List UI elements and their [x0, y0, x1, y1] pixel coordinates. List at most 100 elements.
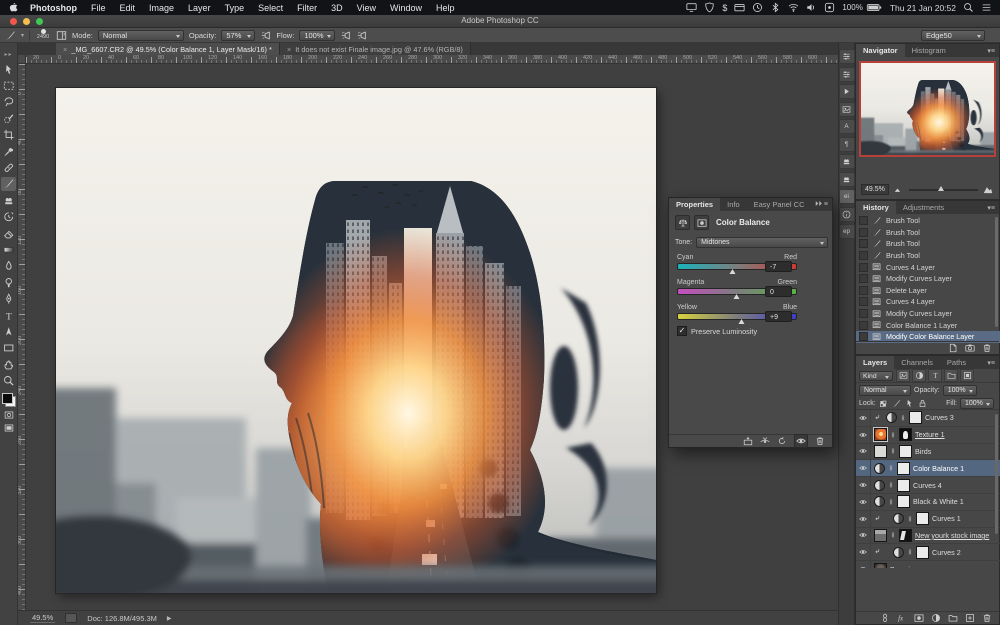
history-row[interactable]: Curves 4 Layer: [856, 261, 1000, 273]
folder-icon[interactable]: [948, 613, 958, 623]
panel-menu-icon[interactable]: ▾≡: [987, 201, 999, 214]
clock-icon[interactable]: [752, 2, 763, 13]
panel-menu-icon[interactable]: ⏵⏵ ≡: [815, 198, 832, 211]
layer-row-birds[interactable]: Birds: [856, 444, 1000, 461]
mask-icon[interactable]: [914, 613, 924, 623]
slider-track[interactable]: 0: [677, 288, 797, 298]
keyboard-icon[interactable]: [824, 2, 835, 13]
slider-thumb[interactable]: [729, 269, 735, 274]
layer-row-color-balance-1[interactable]: Color Balance 1: [856, 460, 1000, 477]
dock-panel-button-7[interactable]: [839, 154, 855, 169]
new-doc-from-state-icon[interactable]: [948, 343, 958, 353]
document-tab-2[interactable]: ×It does not exist Finale image.jpg @ 47…: [280, 43, 471, 55]
history-snapshot-well[interactable]: [859, 228, 868, 237]
navigator-zoom-slider[interactable]: [909, 189, 978, 191]
layer-row-base-image[interactable]: Base image: [856, 561, 1000, 568]
layer-mask-thumbnail[interactable]: [916, 546, 929, 559]
menu-item-window[interactable]: Window: [383, 3, 429, 13]
toolbar-collapse-chevron[interactable]: ▸▸: [4, 51, 12, 58]
zoom-in-mountain-icon[interactable]: [982, 185, 994, 195]
type-filter-icon[interactable]: T: [928, 369, 942, 382]
tab-history[interactable]: History: [856, 201, 896, 214]
menu-item-filter[interactable]: Filter: [290, 3, 324, 13]
adjustment-icon[interactable]: [893, 547, 904, 558]
flow-select[interactable]: 100%: [299, 30, 335, 41]
eye-icon[interactable]: [794, 434, 808, 448]
visibility-eye-icon[interactable]: [856, 511, 871, 527]
history-brush-tool[interactable]: [1, 210, 16, 224]
history-row[interactable]: Curves 4 Layer: [856, 296, 1000, 308]
history-snapshot-well[interactable]: [859, 286, 868, 295]
slider-thumb[interactable]: [739, 319, 745, 324]
trash-icon[interactable]: [982, 343, 992, 353]
tone-select[interactable]: Midtones: [696, 237, 828, 248]
color-swatches[interactable]: [2, 393, 16, 407]
lasso-tool[interactable]: [1, 95, 16, 109]
layer-mask-thumbnail[interactable]: [899, 445, 912, 458]
link-mask-icon[interactable]: [890, 446, 896, 456]
menu-item-3d[interactable]: 3D: [324, 3, 350, 13]
history-row[interactable]: Modify Curves Layer: [856, 308, 1000, 320]
layer-row-black-white-1[interactable]: Black & White 1: [856, 494, 1000, 511]
lock-all-icon[interactable]: [918, 399, 927, 408]
healing-tool[interactable]: [1, 161, 16, 175]
trash-icon[interactable]: [982, 613, 992, 623]
dock-panel-button-4[interactable]: [839, 102, 855, 117]
clip-to-layer-icon[interactable]: [743, 436, 753, 446]
shape-tool[interactable]: [1, 341, 16, 355]
layer-row-curves-2[interactable]: Curves 2: [856, 544, 1000, 561]
layer-mask-thumbnail[interactable]: [897, 479, 910, 492]
brush-preset-caret[interactable]: ▾: [21, 32, 24, 39]
layer-thumbnail[interactable]: [874, 563, 887, 568]
pixel-filter-icon[interactable]: [896, 369, 910, 382]
visibility-eye-icon[interactable]: [856, 427, 871, 443]
tab-easy-panel-cc[interactable]: Easy Panel CC: [747, 198, 812, 211]
link-mask-icon[interactable]: [888, 480, 894, 490]
zoom-window-button[interactable]: [36, 18, 43, 25]
history-row[interactable]: Brush Tool: [856, 227, 1000, 239]
close-window-button[interactable]: [10, 18, 17, 25]
layer-mask-thumbnail[interactable]: [899, 529, 912, 542]
tab-navigator[interactable]: Navigator: [856, 44, 905, 57]
visibility-eye-icon[interactable]: [856, 410, 871, 426]
link-icon[interactable]: [880, 613, 890, 623]
dollar-icon[interactable]: $: [722, 2, 727, 13]
history-snapshot-well[interactable]: [859, 297, 868, 306]
layers-scrollbar[interactable]: [995, 414, 998, 534]
dodge-tool[interactable]: [1, 275, 16, 289]
visibility-eye-icon[interactable]: [856, 494, 871, 510]
eraser-tool[interactable]: [1, 226, 16, 240]
adjustment-icon[interactable]: [874, 463, 885, 474]
visibility-eye-icon[interactable]: [856, 444, 871, 460]
view-previous-icon[interactable]: [760, 436, 770, 446]
status-zoom-field[interactable]: 49.5%: [30, 613, 55, 623]
tab-close-icon[interactable]: ×: [287, 45, 291, 54]
history-scrollbar[interactable]: [995, 217, 998, 327]
reset-icon[interactable]: [777, 436, 787, 446]
history-row[interactable]: Brush Tool: [856, 215, 1000, 227]
tab-adjustments[interactable]: Adjustments: [896, 201, 951, 214]
crop-tool[interactable]: [1, 128, 16, 142]
zoom-slider-thumb[interactable]: [938, 186, 944, 191]
dock-panel-button-10[interactable]: [839, 207, 855, 222]
battery-indicator[interactable]: 100%: [842, 2, 882, 13]
tab-channels[interactable]: Channels: [894, 356, 940, 369]
link-mask-icon[interactable]: [907, 547, 913, 557]
brush-preset-icon[interactable]: [5, 30, 16, 41]
fx-icon[interactable]: fx: [897, 613, 907, 623]
history-row[interactable]: Modify Curves Layer: [856, 273, 1000, 285]
brush-icon[interactable]: [892, 399, 901, 408]
wifi-icon[interactable]: [788, 2, 799, 13]
menu-item-help[interactable]: Help: [429, 3, 462, 13]
opacity-select[interactable]: 57%: [221, 30, 255, 41]
history-row[interactable]: Color Balance 1 Layer: [856, 319, 1000, 331]
history-snapshot-well[interactable]: [859, 216, 868, 225]
document-tab-1[interactable]: ×_MG_6607.CR2 @ 49.5% (Color Balance 1, …: [56, 43, 280, 55]
dock-panel-button-5[interactable]: A: [839, 119, 855, 134]
canvas-document[interactable]: [56, 88, 656, 593]
layer-mask-thumbnail[interactable]: [899, 428, 912, 441]
layer-mask-icon[interactable]: [694, 215, 709, 230]
link-mask-icon[interactable]: [907, 514, 913, 524]
quick-mask-button[interactable]: [2, 410, 15, 421]
menu-item-file[interactable]: File: [84, 3, 113, 13]
